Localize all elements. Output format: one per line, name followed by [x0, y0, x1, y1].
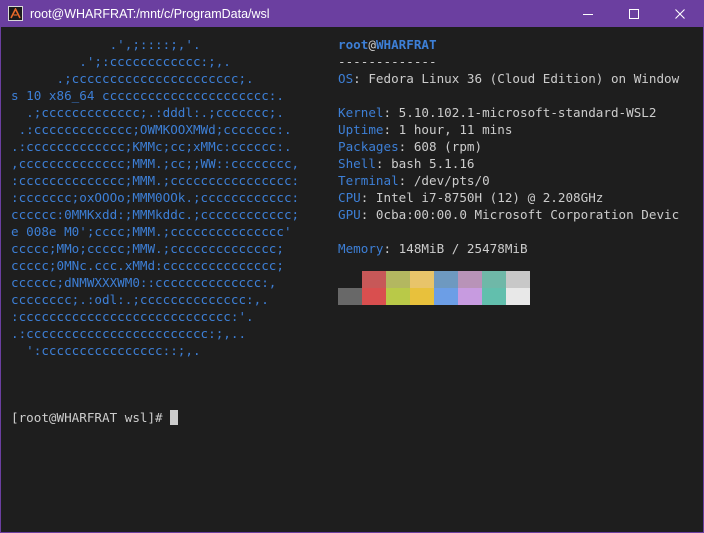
- info-value: 608 (rpm): [413, 139, 483, 154]
- palette-swatch-bright: [338, 288, 362, 305]
- close-icon: [675, 9, 685, 19]
- info-value: Fedora Linux 36 (Cloud Edition) on Windo…: [368, 71, 680, 86]
- info-colon: :: [398, 173, 414, 188]
- shell-prompt[interactable]: [root@WHARFRAT wsl]#: [11, 409, 179, 426]
- text-cursor: [170, 410, 179, 425]
- logo-line: ':cccccccccccccccc::;,.: [11, 343, 201, 358]
- palette-swatch-normal: [386, 271, 410, 288]
- logo-line: .:ccccccccccccc;KMMc;cc;xMMc:cccccc:.: [11, 139, 292, 154]
- user-host: root@WHARFRAT: [338, 36, 437, 53]
- info-colon: :: [383, 241, 399, 256]
- terminal-window: root@WHARFRAT:/mnt/c/ProgramData/wsl .',…: [0, 0, 704, 533]
- info-row-cpu: CPU: Intel i7-8750H (12) @ 2.208GHz: [338, 189, 603, 206]
- palette-swatch-normal: [506, 271, 530, 288]
- app-icon: [8, 6, 23, 21]
- logo-line: cccccc:0MMKxdd:;MMMkddc.;cccccccccccc;: [11, 207, 300, 222]
- logo-line: .',;::::;,'.: [11, 37, 201, 52]
- logo-line: .:ccccccccccccc;OWMKOOXMWd;ccccccc:.: [11, 122, 292, 137]
- palette-swatch-bright: [386, 288, 410, 305]
- info-key: Uptime: [338, 122, 384, 137]
- info-value: bash 5.1.16: [391, 156, 475, 171]
- info-colon: :: [383, 122, 399, 137]
- palette-swatch-normal: [362, 271, 386, 288]
- logo-line: .;cccccccccccccccccccccc;.: [11, 71, 254, 86]
- palette-swatch-bright: [506, 288, 530, 305]
- logo-line: .;ccccccccccccc;.:dddl:.;ccccccc;.: [11, 105, 284, 120]
- logo-line: ccccc;0MNc.ccc.xMMd:ccccccccccccccc;: [11, 258, 284, 273]
- palette-swatch-bright: [458, 288, 482, 305]
- minimize-icon: [583, 14, 593, 15]
- logo-line: :cccccccccccccc;MMM.;cccccccccccccccc:: [11, 173, 300, 188]
- maximize-button[interactable]: [611, 1, 657, 27]
- info-key: OS: [338, 71, 354, 86]
- logo-line: cccccc;dNMWXXXWM0::cccccccccccccc:,: [11, 275, 277, 290]
- terminal-content[interactable]: .',;::::;,'. .';:cccccccccccc:;,. .;cccc…: [1, 28, 703, 532]
- logo-line: cccccccc;.:odl:.;cccccccccccccc:,.: [11, 292, 269, 307]
- info-key: Terminal: [338, 173, 399, 188]
- minimize-button[interactable]: [565, 1, 611, 27]
- info-user: root: [338, 37, 369, 52]
- info-key: Memory: [338, 241, 384, 256]
- palette-swatch-normal: [410, 271, 434, 288]
- info-row-memory: Memory: 148MiB / 25478MiB: [338, 240, 528, 257]
- info-value: 148MiB / 25478MiB: [398, 241, 528, 256]
- info-row-packages: Packages: 608 (rpm): [338, 138, 482, 155]
- info-value: /dev/pts/0: [413, 173, 490, 188]
- palette-swatch-bright: [434, 288, 458, 305]
- info-colon: :: [360, 207, 376, 222]
- logo-line: .';:cccccccccccc:;,.: [11, 54, 231, 69]
- maximize-icon: [629, 9, 639, 19]
- info-host: WHARFRAT: [375, 37, 437, 52]
- palette-swatch-bright: [482, 288, 506, 305]
- title-bar[interactable]: root@WHARFRAT:/mnt/c/ProgramData/wsl: [1, 1, 703, 27]
- palette-swatch-normal: [338, 271, 362, 288]
- info-separator: -------------: [338, 54, 437, 69]
- info-colon: :: [360, 190, 376, 205]
- prompt-text: [root@WHARFRAT wsl]#: [11, 410, 171, 425]
- info-colon: :: [353, 71, 369, 86]
- info-colon: :: [398, 139, 414, 154]
- info-key: Kernel: [338, 105, 384, 120]
- info-row-terminal: Terminal: /dev/pts/0: [338, 172, 490, 189]
- info-key: GPU: [338, 207, 361, 222]
- palette-swatch-normal: [482, 271, 506, 288]
- palette-swatch-bright: [410, 288, 434, 305]
- info-colon: :: [383, 105, 399, 120]
- logo-line: :cccccccccccccccccccccccccccc:'.: [11, 309, 254, 324]
- info-colon: :: [375, 156, 392, 171]
- info-key: Shell: [338, 156, 376, 171]
- info-row-os: OS: Fedora Linux 36 (Cloud Edition) on W…: [338, 70, 679, 87]
- palette-swatch-normal: [458, 271, 482, 288]
- palette-swatch-normal: [434, 271, 458, 288]
- logo-line: ccccc;MMo;ccccc;MMW.;cccccccccccccc;: [11, 241, 284, 256]
- info-row-kernel: Kernel: 5.10.102.1-microsoft-standard-WS…: [338, 104, 656, 121]
- info-row-uptime: Uptime: 1 hour, 11 mins: [338, 121, 512, 138]
- logo-line: .:cccccccccccccccccccccccc:;,..: [11, 326, 247, 341]
- info-row-shell: Shell: bash 5.1.16: [338, 155, 475, 172]
- info-key: Packages: [338, 139, 399, 154]
- info-value: 1 hour, 11 mins: [398, 122, 513, 137]
- logo-line: ,cccccccccccccc;MMM.;cc;;WW::cccccccc,: [11, 156, 300, 171]
- info-key: CPU: [338, 190, 361, 205]
- logo-line: e 008e M0';cccc;MMM.;ccccccccccccccc': [11, 224, 292, 239]
- info-value: 0cba:00:00.0 Microsoft Corporation Devic: [375, 207, 680, 222]
- info-row-gpu: GPU: 0cba:00:00.0 Microsoft Corporation …: [338, 206, 679, 223]
- info-value: Intel i7-8750H (12) @ 2.208GHz: [375, 190, 604, 205]
- info-value: 5.10.102.1-microsoft-standard-WSL2: [398, 105, 657, 120]
- close-button[interactable]: [657, 1, 703, 27]
- info-at: @: [368, 37, 376, 52]
- window-title: root@WHARFRAT:/mnt/c/ProgramData/wsl: [30, 7, 270, 21]
- logo-line: :ccccccc;oxOOOo;MMM0OOk.;cccccccccccc:: [11, 190, 300, 205]
- palette-swatch-bright: [362, 288, 386, 305]
- logo-line: s 10 x86_64 cccccccccccccccccccccc:.: [11, 88, 284, 103]
